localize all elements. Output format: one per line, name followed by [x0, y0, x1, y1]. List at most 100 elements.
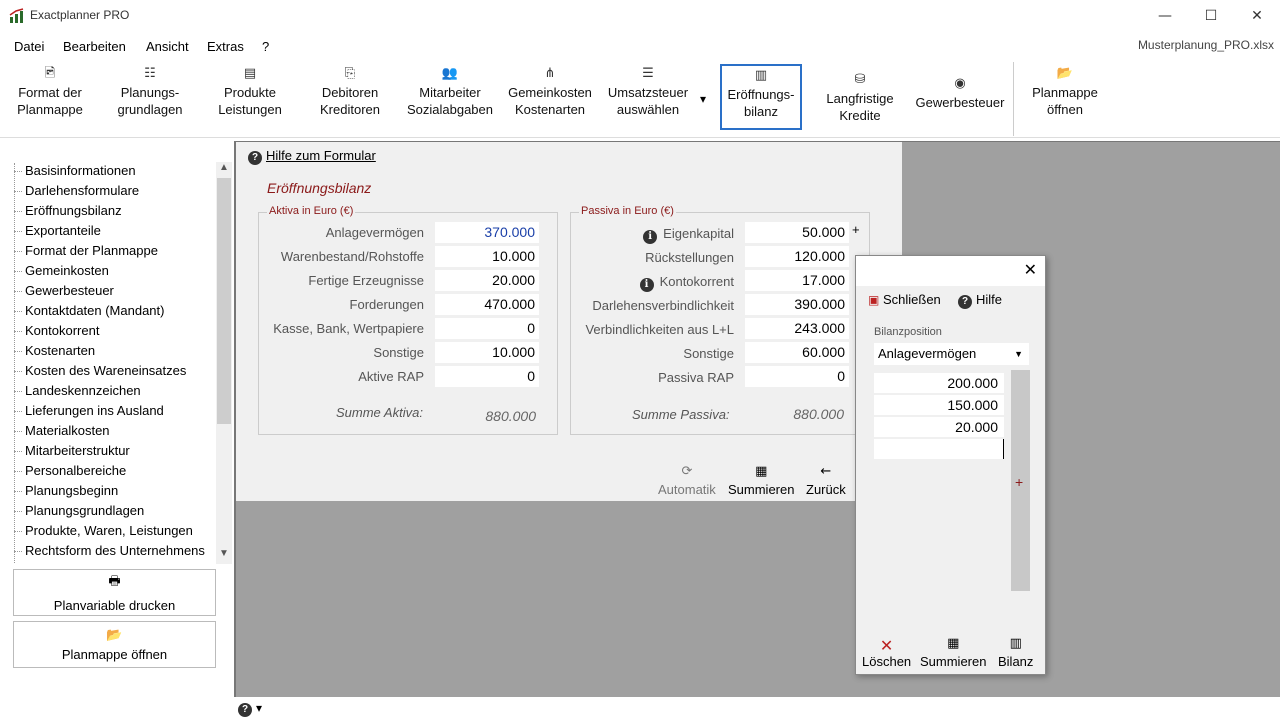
eigenkapital-plus-button[interactable]: + — [852, 222, 860, 237]
close-form-icon: ▣ — [868, 293, 880, 307]
arrow-left-icon: ← — [820, 464, 832, 479]
ribbon-label: Kreditoren — [320, 102, 380, 117]
add-value-button[interactable]: + — [1015, 474, 1023, 490]
tree-item[interactable]: Gemeinkosten — [14, 263, 109, 278]
ribbon-produkte[interactable]: ▤ Produkte Leistungen — [208, 64, 292, 130]
passiva-row-text: Rückstellungen — [645, 250, 734, 265]
ribbon-mitarbeiter[interactable]: 👥 Mitarbeiter Sozialabgaben — [404, 64, 496, 130]
bilanz-button[interactable]: ▥ Bilanz — [998, 636, 1033, 669]
value-input-active[interactable] — [874, 439, 1004, 459]
menu-ansicht[interactable]: Ansicht — [146, 39, 189, 54]
tree-item[interactable]: Planungsgrundlagen — [14, 503, 144, 518]
button-label: Schließen — [882, 292, 941, 307]
maximize-button[interactable]: ☐ — [1188, 0, 1234, 32]
close-button[interactable]: ✕ — [1234, 0, 1280, 32]
value-input[interactable]: 20.000 — [874, 417, 1004, 437]
help-link[interactable]: ? Hilfe zum Formular — [248, 148, 376, 165]
ribbon-planmappe-oeffnen[interactable]: 📂 Planmappe öffnen — [1024, 64, 1106, 130]
aktiva-row-label: Fertige Erzeugnisse — [308, 273, 424, 288]
tree-item[interactable]: Eröffnungsbilanz — [14, 203, 122, 218]
button-label: Summieren — [728, 482, 795, 497]
file-name: Musterplanung_PRO.xlsx — [1137, 38, 1274, 52]
ribbon-eroeffnungsbilanz[interactable]: ▥ Eröffnungs-bilanz — [720, 64, 802, 130]
tree-item[interactable]: Landeskennzeichen — [14, 383, 141, 398]
passiva-value-input[interactable]: 60.000 — [745, 342, 849, 363]
value-input[interactable]: 150.000 — [874, 395, 1004, 415]
tree-item[interactable]: Rechtsform des Unternehmens — [14, 543, 205, 558]
tree-item[interactable]: Exportanteile — [14, 223, 101, 238]
passiva-value-input[interactable]: 243.000 — [745, 318, 849, 339]
aktiva-value-input[interactable]: 470.000 — [435, 294, 539, 315]
planmappe-oeffnen-button[interactable]: 📂 Planmappe öffnen — [13, 621, 216, 668]
schliessen-button[interactable]: ▣ Schließen — [868, 292, 941, 307]
planvariable-drucken-button[interactable]: 🖶 Planvariable drucken — [13, 569, 216, 616]
ribbon-format-planmappe[interactable]: 🖻 Format der Planmappe — [8, 64, 92, 130]
tree-item[interactable]: Format der Planmappe — [14, 243, 158, 258]
loeschen-button[interactable]: ✕ Löschen — [862, 636, 911, 669]
tree-item[interactable]: Personalbereiche — [14, 463, 126, 478]
tree-item[interactable]: Materialkosten — [14, 423, 110, 438]
ribbon-label: Planungs- — [120, 85, 180, 100]
ribbon-label: Produkte — [223, 85, 277, 100]
tree-item[interactable]: Kostenarten — [14, 343, 95, 358]
passiva-value-input[interactable]: 390.000 — [745, 294, 849, 315]
tree-item[interactable]: Basisinformationen — [14, 163, 136, 178]
ribbon-gewerbesteuer[interactable]: ◉ Gewerbesteuer — [912, 74, 1008, 140]
passiva-value-input[interactable]: 0 — [745, 366, 849, 387]
tree-item[interactable]: Planungsbeginn — [14, 483, 118, 498]
tree-item[interactable]: Produkte, Waren, Leistungen — [14, 523, 193, 538]
minimize-button[interactable]: — — [1142, 0, 1188, 32]
ribbon-gemeinkosten[interactable]: ⋔ Gemeinkosten Kostenarten — [506, 64, 594, 130]
menu-extras[interactable]: Extras — [207, 39, 244, 54]
passiva-value-input[interactable]: 120.000 — [745, 246, 849, 267]
tree-item[interactable]: Lieferungen ins Ausland — [14, 403, 164, 418]
ribbon-label: grundlagen — [117, 102, 183, 117]
info-icon[interactable]: i — [639, 278, 654, 292]
aktiva-value-input[interactable]: 0 — [435, 366, 539, 387]
balance-sheet-icon: ▥ — [754, 68, 768, 83]
scrollbar-thumb[interactable] — [217, 178, 231, 424]
menu-datei[interactable]: Datei — [14, 39, 44, 54]
value-input[interactable]: 200.000 — [874, 373, 1004, 393]
tree-item[interactable]: Kontokorrent — [14, 323, 99, 338]
ribbon-separator — [1013, 62, 1014, 136]
chevron-down-icon[interactable]: ▾ — [700, 92, 706, 106]
ribbon-label: bilanz — [744, 104, 778, 119]
passiva-value-input[interactable]: 50.000 — [745, 222, 849, 243]
ribbon-label: Format der — [18, 85, 82, 100]
hilfe-button[interactable]: ? Hilfe — [958, 292, 1002, 309]
aktiva-value-input[interactable]: 370.000 — [435, 222, 539, 243]
aktiva-value-input[interactable]: 10.000 — [435, 246, 539, 267]
scroll-up-icon[interactable]: ▲ — [216, 162, 232, 178]
tree-item[interactable]: Mitarbeiterstruktur — [14, 443, 130, 458]
passiva-row-label: Rückstellungen — [576, 250, 734, 265]
title-bar: Exactplanner PRO — ☐ ✕ — [0, 0, 1280, 32]
menu-help[interactable]: ? — [262, 39, 269, 54]
automatik-button[interactable]: ⟳ Automatik — [658, 464, 716, 497]
passiva-row-text: Passiva RAP — [658, 370, 734, 385]
ribbon-langfristige-kredite[interactable]: ⛁ Langfristige Kredite — [818, 70, 902, 136]
tree-item[interactable]: Kosten des Wareneinsatzes — [14, 363, 186, 378]
summieren-button[interactable]: ▦ Summieren — [728, 464, 794, 497]
passiva-value-input[interactable]: 17.000 — [745, 270, 849, 291]
bilanzposition-label: Bilanzposition — [874, 326, 942, 338]
scroll-down-icon[interactable]: ▼ — [216, 548, 232, 564]
zurueck-button[interactable]: ← Zurück — [806, 464, 846, 497]
aktiva-value-input[interactable]: 20.000 — [435, 270, 539, 291]
bilanzposition-select[interactable]: Anlagevermögen ▼ — [874, 343, 1029, 365]
menu-bearbeiten[interactable]: Bearbeiten — [63, 39, 126, 54]
info-icon[interactable]: i — [643, 230, 658, 244]
ribbon-umsatzsteuer[interactable]: ☰ Umsatzsteuer auswählen — [604, 64, 692, 130]
tree-item[interactable]: Kontaktdaten (Mandant) — [14, 303, 164, 318]
aktiva-value-input[interactable]: 10.000 — [435, 342, 539, 363]
ribbon-label: Gewerbesteuer — [915, 95, 1005, 110]
summe-passiva-value: 880.000 — [793, 406, 844, 422]
tree-item[interactable]: Gewerbesteuer — [14, 283, 114, 298]
status-help-icon[interactable]: ? ▾ — [238, 701, 262, 717]
ribbon-debitoren[interactable]: ⎘ Debitoren Kreditoren — [308, 64, 392, 130]
close-icon[interactable]: ✕ — [1024, 260, 1037, 279]
tree-item[interactable]: Darlehensformulare — [14, 183, 139, 198]
aktiva-value-input[interactable]: 0 — [435, 318, 539, 339]
popup-summieren-button[interactable]: ▦ Summieren — [920, 636, 986, 669]
ribbon-planungsgrundlagen[interactable]: ☷ Planungs-grundlagen — [108, 64, 192, 130]
